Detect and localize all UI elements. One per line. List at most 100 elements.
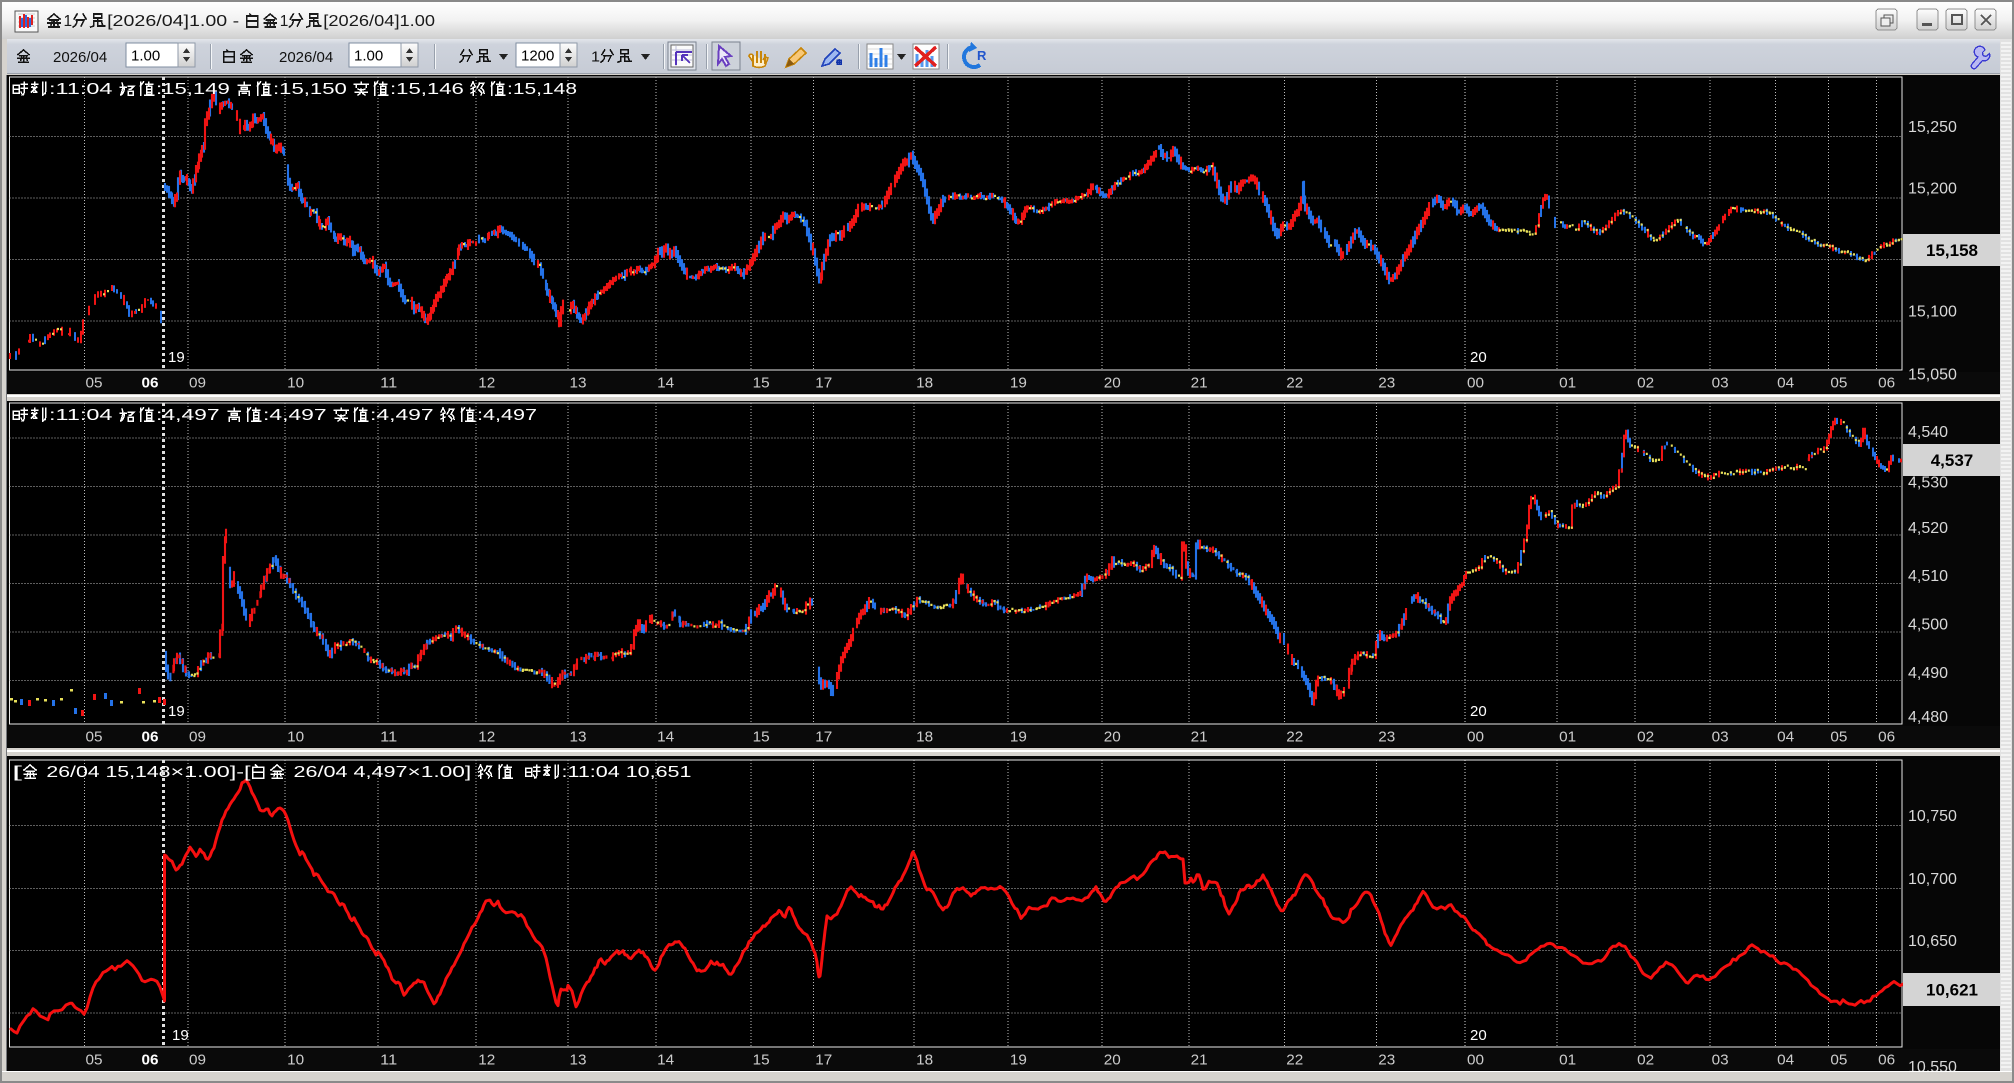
svg-text:26/04 15,148: 26/04 15,148	[41, 764, 171, 781]
svg-text:1: 1	[64, 13, 73, 30]
svg-text:4,540: 4,540	[1908, 424, 1948, 441]
svg-text:10: 10	[287, 729, 304, 746]
svg-text:20: 20	[1470, 1027, 1487, 1044]
svg-text:18: 18	[916, 1052, 933, 1069]
svg-text:09: 09	[189, 1052, 206, 1069]
svg-text::15,148: :15,148	[507, 81, 577, 98]
svg-text:22: 22	[1286, 729, 1303, 746]
svg-text::11:04 10,651: :11:04 10,651	[562, 764, 692, 781]
svg-text:11: 11	[380, 729, 397, 746]
svg-text:23: 23	[1378, 1052, 1395, 1069]
svg-text:2026/04: 2026/04	[279, 49, 333, 66]
svg-text:19: 19	[168, 349, 185, 366]
svg-text:15: 15	[753, 729, 770, 746]
svg-text:10,650: 10,650	[1908, 933, 1957, 950]
svg-text:04: 04	[1777, 1052, 1794, 1069]
svg-text:01: 01	[1559, 375, 1576, 392]
svg-text:02: 02	[1637, 375, 1654, 392]
svg-text:21: 21	[1191, 1052, 1208, 1069]
svg-text:13: 13	[570, 729, 587, 746]
svg-text:×1.00]: ×1.00]	[408, 764, 478, 781]
svg-text:1.00: 1.00	[131, 48, 160, 65]
svg-text:10,700: 10,700	[1908, 871, 1957, 888]
svg-text:00: 00	[1467, 375, 1484, 392]
svg-text:4,490: 4,490	[1908, 665, 1948, 682]
svg-text:00: 00	[1467, 729, 1484, 746]
svg-text:4,520: 4,520	[1908, 520, 1948, 537]
svg-text:23: 23	[1378, 375, 1395, 392]
svg-text::4,497: :4,497	[370, 407, 440, 424]
svg-text::4,497: :4,497	[263, 407, 333, 424]
svg-text:17: 17	[815, 375, 832, 392]
svg-text:20: 20	[1470, 349, 1487, 366]
svg-text:19: 19	[1010, 729, 1027, 746]
svg-text:04: 04	[1777, 729, 1794, 746]
svg-text:05: 05	[86, 1052, 103, 1069]
svg-text:10,621: 10,621	[1926, 981, 1978, 1000]
svg-text::15,150: :15,150	[273, 81, 353, 98]
svg-text:19: 19	[168, 703, 185, 720]
svg-text:05: 05	[1830, 1052, 1847, 1069]
svg-text::4,497: :4,497	[156, 407, 226, 424]
svg-text:06: 06	[142, 1052, 159, 1069]
svg-text:4,537: 4,537	[1931, 451, 1974, 470]
svg-text:04: 04	[1777, 375, 1794, 392]
svg-text:4,500: 4,500	[1908, 617, 1948, 634]
svg-text:23: 23	[1378, 729, 1395, 746]
svg-text::11:04: :11:04	[49, 81, 119, 98]
svg-text:22: 22	[1286, 375, 1303, 392]
svg-text::11:04: :11:04	[49, 407, 119, 424]
svg-text:[2026/04]1.00: [2026/04]1.00	[323, 13, 435, 30]
svg-text:21: 21	[1191, 375, 1208, 392]
svg-text:19: 19	[1010, 375, 1027, 392]
svg-text:14: 14	[657, 729, 674, 746]
svg-text::4,497: :4,497	[477, 407, 537, 424]
svg-text:15: 15	[753, 1052, 770, 1069]
svg-text:17: 17	[815, 729, 832, 746]
svg-text:19: 19	[1010, 1052, 1027, 1069]
svg-text:06: 06	[1878, 1052, 1895, 1069]
svg-text:15,050: 15,050	[1908, 366, 1957, 383]
svg-text:10: 10	[287, 375, 304, 392]
svg-text:15: 15	[753, 375, 770, 392]
svg-text::15,149: :15,149	[156, 81, 236, 98]
svg-text:00: 00	[1467, 1052, 1484, 1069]
svg-text:09: 09	[189, 375, 206, 392]
svg-text:14: 14	[657, 375, 674, 392]
svg-text:R: R	[977, 48, 987, 63]
svg-text:06: 06	[142, 729, 159, 746]
svg-text:01: 01	[1559, 729, 1576, 746]
svg-text:13: 13	[570, 375, 587, 392]
svg-text:4,480: 4,480	[1908, 709, 1948, 726]
svg-text:06: 06	[1878, 375, 1895, 392]
svg-text:03: 03	[1712, 729, 1729, 746]
svg-text:20: 20	[1104, 1052, 1121, 1069]
svg-text:4,510: 4,510	[1908, 568, 1948, 585]
svg-text:11: 11	[380, 1052, 397, 1069]
svg-text:09: 09	[189, 729, 206, 746]
svg-text:11: 11	[380, 375, 397, 392]
svg-text:05: 05	[1830, 729, 1847, 746]
svg-text:17: 17	[815, 1052, 832, 1069]
svg-text:19: 19	[172, 1027, 189, 1044]
svg-text:[: [	[12, 764, 23, 781]
svg-text:15,100: 15,100	[1908, 303, 1957, 320]
svg-text:13: 13	[570, 1052, 587, 1069]
svg-text:1: 1	[280, 13, 289, 30]
svg-text:22: 22	[1286, 1052, 1303, 1069]
svg-text:[2026/04]1.00 -: [2026/04]1.00 -	[107, 13, 245, 30]
svg-text:20: 20	[1470, 703, 1487, 720]
svg-text:12: 12	[478, 729, 495, 746]
svg-text:02: 02	[1637, 729, 1654, 746]
svg-text:1: 1	[591, 48, 600, 65]
svg-text:2026/04: 2026/04	[53, 49, 107, 66]
svg-text:15,250: 15,250	[1908, 119, 1957, 136]
svg-text:12: 12	[478, 375, 495, 392]
svg-text:05: 05	[86, 375, 103, 392]
svg-text:05: 05	[1830, 375, 1847, 392]
svg-text:1200: 1200	[521, 48, 554, 65]
svg-text:15,158: 15,158	[1926, 241, 1978, 260]
svg-text:10: 10	[287, 1052, 304, 1069]
svg-text:12: 12	[478, 1052, 495, 1069]
svg-text:4,530: 4,530	[1908, 474, 1948, 491]
